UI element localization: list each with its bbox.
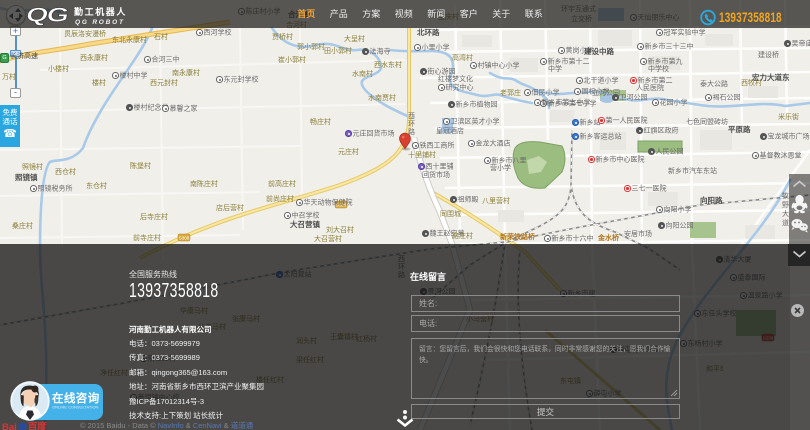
svg-text:勤工机器人: 勤工机器人 [74,6,127,17]
svg-text:QG ROBOT: QG ROBOT [75,19,125,26]
svg-text:S308: S308 [179,236,190,241]
svg-text:QG: QG [24,5,70,27]
